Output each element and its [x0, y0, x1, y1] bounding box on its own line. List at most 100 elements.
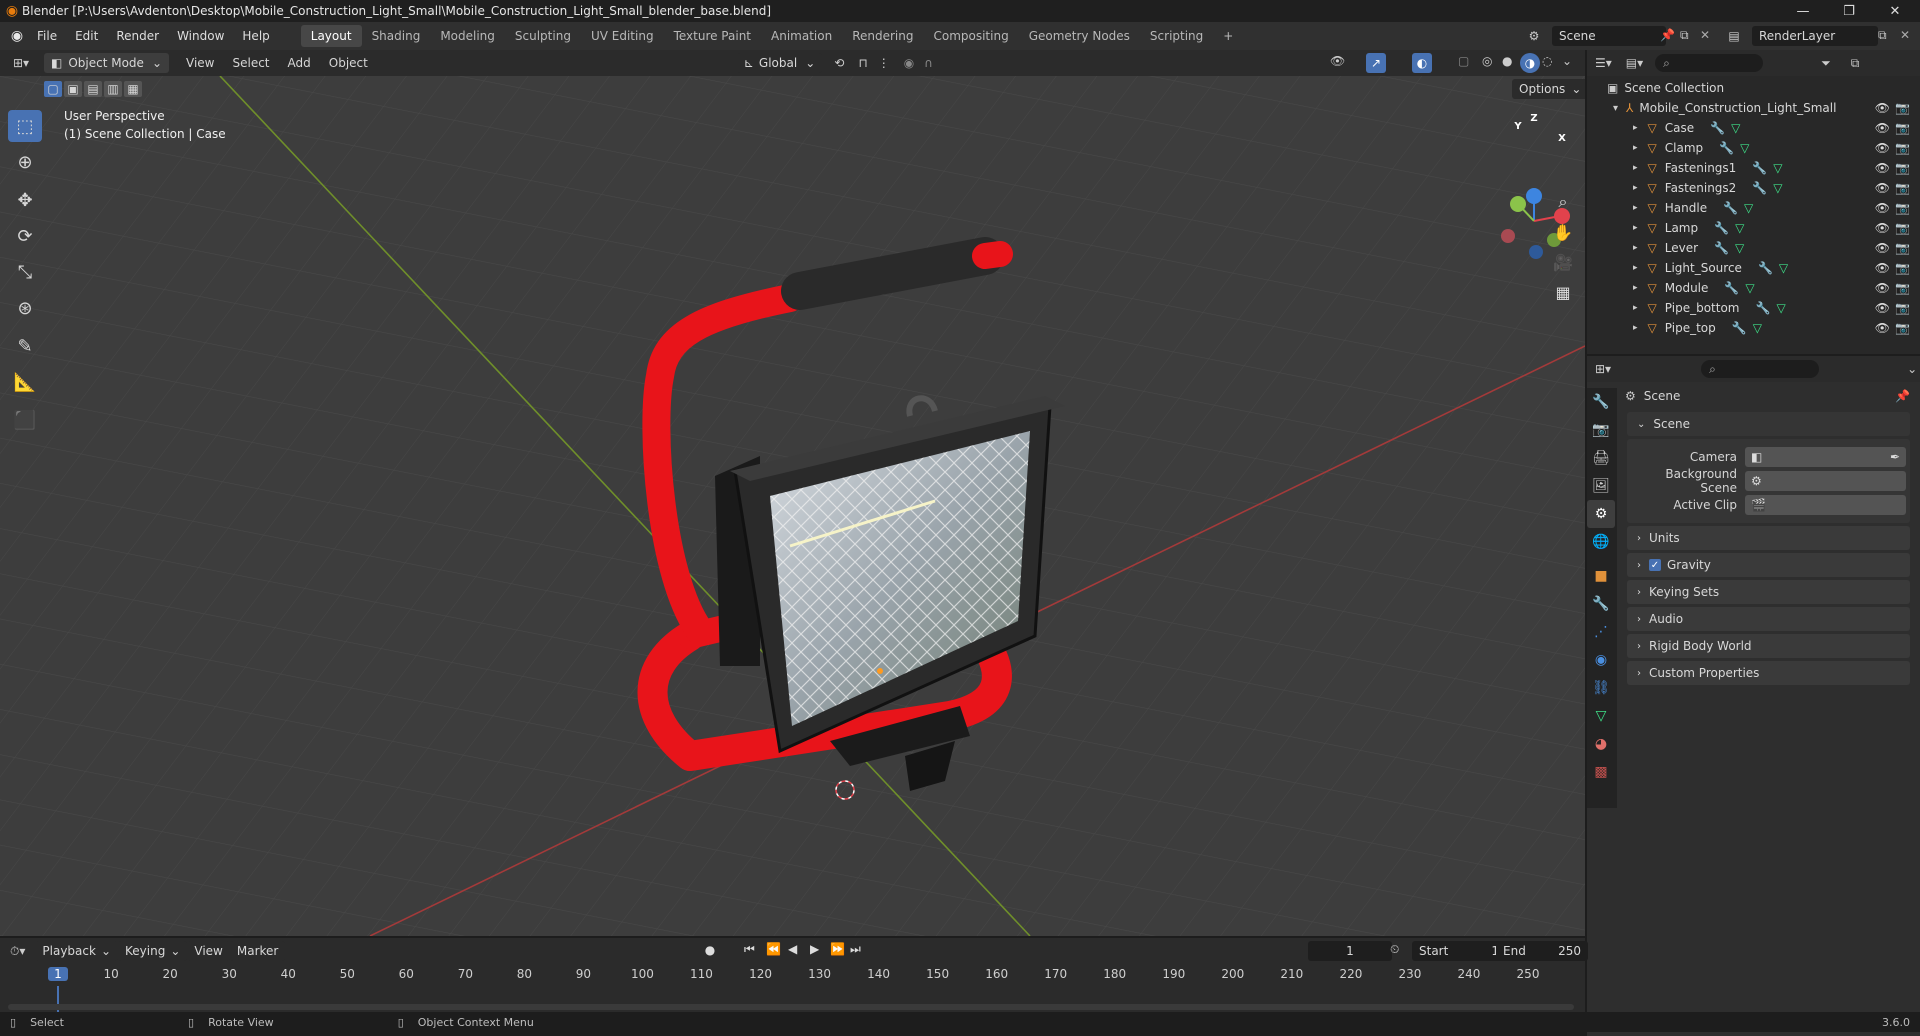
- gizmo-toggle-icon[interactable]: ↗: [1366, 53, 1386, 73]
- outliner-object-row[interactable]: ▸ ▽ Pipe_bottom 🔧 ▽ 👁 📷: [1587, 298, 1920, 318]
- particles-tab-icon[interactable]: ⋰: [1587, 618, 1615, 646]
- render-tab-icon[interactable]: 📷: [1587, 416, 1615, 444]
- select-invert-icon[interactable]: ▥: [104, 81, 122, 97]
- clock-icon[interactable]: ⏲: [1390, 942, 1399, 957]
- proportional-edit-icon[interactable]: ◉: [904, 56, 914, 70]
- end-frame-field[interactable]: End 250: [1496, 941, 1588, 961]
- tool-tab-icon[interactable]: 🔧: [1587, 388, 1615, 416]
- outliner-search-input[interactable]: ⌕: [1655, 54, 1764, 72]
- outliner-object-row[interactable]: ▸ ▽ Handle 🔧 ▽ 👁 📷: [1587, 198, 1920, 218]
- background-scene-field[interactable]: ⚙: [1745, 471, 1906, 491]
- mesh-data-icon[interactable]: ▽: [1773, 181, 1782, 195]
- z-axis-handle[interactable]: [1526, 188, 1542, 204]
- mesh-data-icon[interactable]: ▽: [1779, 261, 1788, 275]
- play-reverse-icon[interactable]: ◀: [788, 942, 797, 956]
- physics-tab-icon[interactable]: ◉: [1587, 646, 1615, 674]
- y-axis-handle[interactable]: [1510, 196, 1526, 212]
- eye-icon[interactable]: 👁: [1875, 221, 1890, 235]
- keying-menu[interactable]: Keying ⌄: [118, 941, 188, 961]
- view-layer-tab-icon[interactable]: 🖼: [1587, 472, 1615, 500]
- camera-icon[interactable]: 📷: [1895, 201, 1910, 215]
- camera-icon[interactable]: 📷: [1895, 281, 1910, 295]
- tab-modeling[interactable]: Modeling: [430, 25, 505, 47]
- current-frame-field[interactable]: 1: [1308, 941, 1392, 961]
- minimize-button[interactable]: —: [1780, 0, 1826, 22]
- expand-arrow-icon[interactable]: ▸: [1633, 123, 1638, 133]
- modifier-icon[interactable]: 🔧: [1755, 301, 1770, 315]
- blender-menu-icon[interactable]: ◉: [6, 28, 28, 44]
- start-frame-field[interactable]: Start 1: [1412, 941, 1506, 961]
- mesh-data-icon[interactable]: ▽: [1753, 321, 1762, 335]
- timeline-scrollbar[interactable]: [8, 1004, 1574, 1010]
- solid-shading-icon[interactable]: ●: [1502, 54, 1512, 68]
- timeline-ruler[interactable]: 1 10 20 30 40 50 60 70 80 90 100 110 120 130 140 150 160…: [0, 964, 1585, 986]
- tab-shading[interactable]: Shading: [362, 25, 431, 47]
- measure-tool[interactable]: 📐: [8, 366, 42, 398]
- timeline-editor-icon[interactable]: ⏱▾: [10, 944, 25, 959]
- outliner-collection-row[interactable]: ▾ ⅄ Mobile_Construction_Light_Small 👁 📷: [1587, 98, 1920, 118]
- eye-icon[interactable]: 👁: [1875, 301, 1890, 315]
- jump-start-icon[interactable]: ⏮: [744, 942, 755, 957]
- visibility-icon[interactable]: 👁: [1330, 54, 1345, 68]
- playback-menu[interactable]: Playback ⌄: [35, 941, 118, 961]
- camera-field[interactable]: ◧ ✒: [1745, 447, 1906, 467]
- camera-icon[interactable]: 📷: [1895, 261, 1910, 275]
- panel-rigid-body-world[interactable]: › Rigid Body World: [1627, 634, 1910, 658]
- outliner-object-row[interactable]: ▸ ▽ Fastenings1 🔧 ▽ 👁 📷: [1587, 158, 1920, 178]
- eye-icon[interactable]: 👁: [1875, 241, 1890, 255]
- outliner-object-row[interactable]: ▸ ▽ Module 🔧 ▽ 👁 📷: [1587, 278, 1920, 298]
- close-button[interactable]: ✕: [1872, 0, 1918, 22]
- outliner-object-row[interactable]: ▸ ▽ Case 🔧 ▽ 👁 📷: [1587, 118, 1920, 138]
- next-keyframe-icon[interactable]: ⏩: [830, 942, 845, 956]
- outliner-object-row[interactable]: ▸ ▽ Light_Source 🔧 ▽ 👁 📷: [1587, 258, 1920, 278]
- expand-arrow-icon[interactable]: ▸: [1633, 283, 1638, 293]
- outliner-object-row[interactable]: ▸ ▽ Fastenings2 🔧 ▽ 👁 📷: [1587, 178, 1920, 198]
- mode-selector[interactable]: ◧ Object Mode ⌄: [44, 53, 169, 73]
- timeline-area[interactable]: 1 10 20 30 40 50 60 70 80 90 100 110 120 130 140 150 160…: [0, 964, 1585, 1012]
- menu-object[interactable]: Object: [320, 56, 377, 70]
- expand-arrow-icon[interactable]: ▸: [1633, 243, 1638, 253]
- modifier-icon[interactable]: 🔧: [1719, 141, 1734, 155]
- mesh-data-icon[interactable]: ▽: [1735, 241, 1744, 255]
- add-cube-tool[interactable]: ⬛: [8, 404, 42, 436]
- output-tab-icon[interactable]: 🖨: [1587, 444, 1615, 472]
- neg-z-axis-handle[interactable]: [1529, 245, 1543, 259]
- zoom-icon[interactable]: ⌕: [1549, 188, 1577, 216]
- menu-view[interactable]: View: [177, 56, 223, 70]
- mesh-data-icon[interactable]: ▽: [1773, 161, 1782, 175]
- eye-icon[interactable]: 👁: [1875, 281, 1890, 295]
- scale-tool[interactable]: ⤡: [8, 256, 42, 288]
- cursor-tool[interactable]: ⊕: [8, 146, 42, 178]
- expand-arrow-icon[interactable]: ▸: [1633, 263, 1638, 273]
- marker-menu[interactable]: Marker: [229, 941, 286, 961]
- outliner-object-row[interactable]: ▸ ▽ Pipe_top 🔧 ▽ 👁 📷: [1587, 318, 1920, 338]
- render-layer-icon[interactable]: ▤: [1724, 26, 1744, 46]
- transform-tool[interactable]: ⊛: [8, 292, 42, 324]
- modifier-icon[interactable]: 🔧: [1732, 321, 1747, 335]
- remove-scene-icon[interactable]: ✕: [1700, 28, 1710, 42]
- pivot-icon[interactable]: ⟲: [834, 56, 844, 70]
- timeline-view-menu[interactable]: View: [187, 941, 230, 961]
- mesh-data-icon[interactable]: ▽: [1735, 221, 1744, 235]
- new-scene-icon[interactable]: ⧉: [1680, 28, 1689, 43]
- annotate-tool[interactable]: ✎: [8, 330, 42, 362]
- tab-uv-editing[interactable]: UV Editing: [581, 25, 664, 47]
- panel-units[interactable]: › Units: [1627, 526, 1910, 550]
- panel-custom-properties[interactable]: › Custom Properties: [1627, 661, 1910, 685]
- ortho-toggle-icon[interactable]: ▦: [1549, 278, 1577, 306]
- modifier-icon[interactable]: 🔧: [1752, 181, 1767, 195]
- panel-audio[interactable]: › Audio: [1627, 607, 1910, 631]
- camera-icon[interactable]: 📷: [1895, 161, 1910, 175]
- gravity-checkbox[interactable]: ✓: [1649, 559, 1661, 571]
- eyedropper-icon[interactable]: ✒: [1890, 450, 1900, 464]
- rendered-shading-icon[interactable]: ◌: [1542, 54, 1552, 68]
- filter-view-icon[interactable]: ▤▾: [1626, 56, 1643, 70]
- expand-arrow-icon[interactable]: ▸: [1633, 203, 1638, 213]
- scene-panel-header[interactable]: ⌄ Scene: [1627, 412, 1910, 436]
- material-shading-icon[interactable]: ◑: [1520, 53, 1540, 73]
- rotate-tool[interactable]: ⟳: [8, 220, 42, 252]
- snap-target-icon[interactable]: ⋮: [878, 56, 890, 70]
- snap-icon[interactable]: ⊓: [858, 56, 867, 70]
- overlay-toggle-icon[interactable]: ◐: [1412, 53, 1432, 73]
- select-subtract-icon[interactable]: ▤: [84, 81, 102, 97]
